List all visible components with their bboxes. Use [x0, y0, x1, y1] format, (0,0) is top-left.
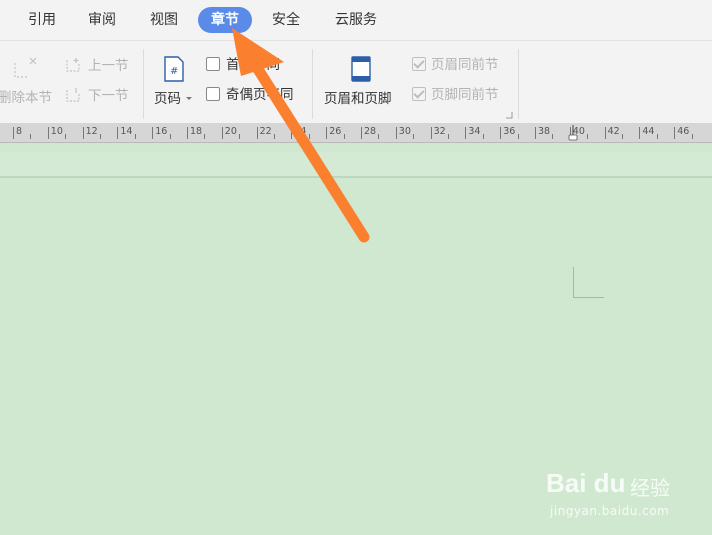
watermark-brand: 经验	[630, 476, 670, 500]
annotation-arrow	[232, 28, 370, 243]
baidu-jingyan-watermark: Bai du 经验 jingyan.baidu.com	[546, 456, 712, 535]
watermark-url: jingyan.baidu.com	[550, 504, 670, 518]
watermark-logo: Bai du	[546, 468, 626, 498]
